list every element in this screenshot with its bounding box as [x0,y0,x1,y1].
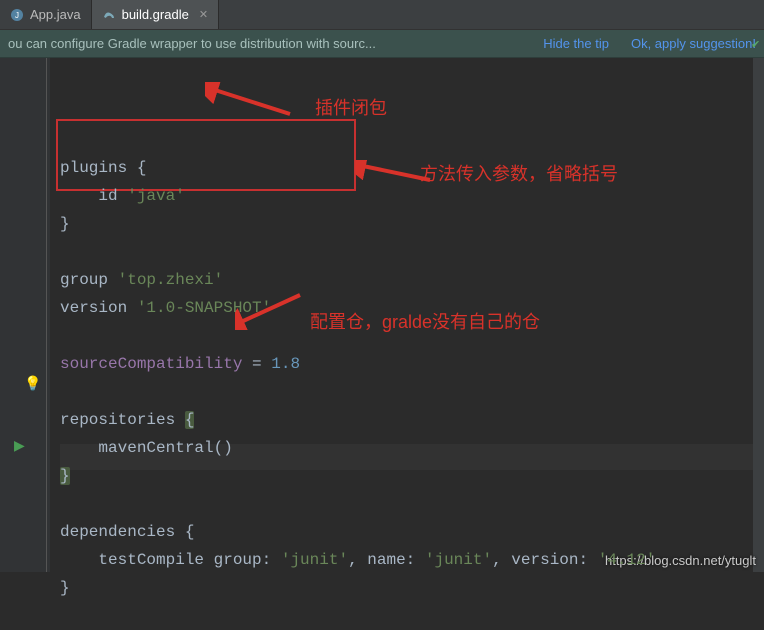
annotation-text: 插件闭包 [315,94,387,120]
string-literal: '1.0-SNAPSHOT' [137,299,271,317]
tab-label: App.java [30,7,81,22]
matched-brace: } [60,467,70,485]
gradle-file-icon [102,8,116,22]
suggestion-banner: ou can configure Gradle wrapper to use d… [0,30,764,58]
hide-tip-link[interactable]: Hide the tip [543,36,609,51]
code-line: dependencies { [60,523,194,541]
string-literal: '4.12' [598,551,656,569]
code-line: mavenCentral() [60,439,233,457]
string-literal: 'junit' [281,551,348,569]
matched-brace: { [185,411,195,429]
identifier: sourceCompatibility [60,355,242,373]
operator: = [242,355,271,373]
vertical-scrollbar[interactable] [753,58,764,572]
gutter: ▶ 💡 [0,58,50,572]
banner-message: ou can configure Gradle wrapper to use d… [8,36,376,51]
apply-suggestion-link[interactable]: Ok, apply suggestion! [631,36,756,51]
code-line: version [60,299,137,317]
svg-text:J: J [15,11,19,20]
tab-label: build.gradle [122,7,189,22]
annotation-text: 方法传入参数，省略括号 [420,160,618,186]
editor-tabs: J App.java build.gradle ✕ [0,0,764,30]
code-line: repositories [60,411,185,429]
code-line: group [60,271,118,289]
code-line: testCompile [60,551,214,569]
code-line: plugins { [60,159,146,177]
annotation-text: 配置仓，gralde没有自己的仓 [310,308,540,334]
tab-build-gradle[interactable]: build.gradle ✕ [92,0,219,29]
code-line: } [60,215,70,233]
string-literal: 'top.zhexi' [118,271,224,289]
java-file-icon: J [10,8,24,22]
code-line: id [60,187,127,205]
number-literal: 1.8 [271,355,300,373]
code-line: } [60,579,70,597]
string-literal: 'java' [127,187,185,205]
intention-bulb-icon[interactable]: 💡 [24,376,41,393]
string-literal: 'junit' [425,551,492,569]
tab-app-java[interactable]: J App.java [0,0,92,29]
run-gutter-icon[interactable]: ▶ [14,438,25,455]
close-icon[interactable]: ✕ [199,8,208,21]
